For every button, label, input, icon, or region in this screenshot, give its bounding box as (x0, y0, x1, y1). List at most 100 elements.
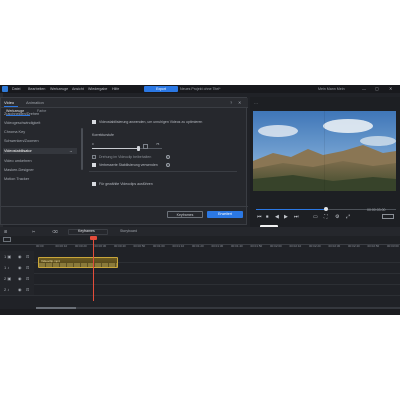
close-window-icon[interactable]: ✕ (389, 86, 392, 91)
user-name[interactable]: Mein Mann Mein (318, 87, 345, 91)
apply-all-checkbox[interactable] (92, 182, 96, 186)
keep-rotation-checkbox[interactable] (92, 155, 96, 159)
prev-icon[interactable]: ◀ (275, 214, 279, 220)
menu-tools[interactable]: Werkzeuge (50, 87, 68, 91)
menu-file[interactable]: Datei (12, 87, 20, 91)
tab-keyframes[interactable]: Keyframes (78, 229, 95, 233)
tab-storyboard[interactable]: Storyboard (120, 229, 137, 233)
panel-tabs: Video Animation ? ✕ (1, 98, 248, 108)
ruler-tick-label: 00:02:00 (270, 244, 282, 248)
list-item[interactable]: Motion Tracker (4, 177, 29, 181)
ruler-tick-label: 00:02:50 (367, 244, 380, 248)
video-track-icon[interactable]: 1 ▣ (4, 254, 11, 259)
track-header: 1 ▣ ◉ ⊡ (0, 251, 34, 262)
enhanced-stabilization-checkbox[interactable] (92, 163, 96, 167)
footer-divider (1, 206, 248, 207)
preview-video[interactable] (253, 111, 396, 191)
ruler-tick-label: 00:00 (36, 244, 44, 248)
enhanced-stabilization-label: Verbesserte Stabilisierung verwenden (99, 163, 158, 167)
next-frame-icon[interactable]: ⏭ (294, 214, 299, 220)
track-header: 2 ♪ ◉ ⊡ (0, 284, 34, 295)
tab-animation[interactable]: Animation (26, 100, 44, 105)
cut-icon[interactable]: ✂ (32, 229, 35, 234)
previous-frame-icon[interactable]: ⏮ (257, 214, 262, 220)
mute-icon[interactable]: ◉ (18, 287, 22, 292)
menu-help[interactable]: Hilfe (112, 87, 119, 91)
menu-edit[interactable]: Bearbeiten (28, 87, 45, 91)
ruler-tick-label: 00:02:20 (309, 244, 321, 248)
menu-playback[interactable]: Wiedergabe (88, 87, 107, 91)
settings-icon[interactable]: ⚙ (335, 214, 339, 220)
ruler-tick-label: 00:02:10 (289, 244, 302, 248)
ruler-tick-label: 00:00:50 (133, 244, 146, 248)
track-header: 2 ▣ ◉ ⊡ (0, 273, 34, 284)
ruler-tick-label: 00:00:20 (75, 244, 87, 248)
playhead[interactable] (93, 236, 94, 301)
menu-view[interactable]: Ansicht (72, 87, 84, 91)
correction-slider-knob[interactable] (136, 146, 141, 151)
snapshot-icon[interactable]: ▭ (313, 214, 318, 220)
slider-min: 0 (92, 142, 94, 146)
timeline-toolbar (0, 227, 400, 236)
app-logo (2, 86, 8, 92)
preview-menu-icon[interactable]: ⋯ (254, 101, 258, 106)
track-manager-icon[interactable] (3, 237, 11, 242)
list-item[interactable]: Video umkehren (4, 159, 32, 163)
keyframes-button[interactable]: Keyframes (167, 211, 203, 218)
help-icon[interactable]: ? (230, 100, 232, 105)
correction-slider-fill (92, 148, 139, 149)
track-row: 2 ♪ ◉ ⊡ (0, 284, 400, 296)
divider (89, 171, 237, 172)
delete-icon[interactable]: ⌫ (52, 229, 58, 234)
project-name: Neues Projekt ohne Titel* (180, 86, 221, 91)
stop-icon[interactable]: ⏹ (266, 214, 269, 220)
visibility-icon[interactable]: ◉ (18, 254, 22, 259)
slider-value-box[interactable] (143, 144, 148, 149)
list-scrollbar[interactable] (81, 128, 83, 170)
seek-knob[interactable] (324, 207, 328, 211)
tab-video[interactable]: Video (4, 100, 14, 105)
video-tools-panel: Video Animation ? ✕ Werkzeuge Farbe Zusc… (0, 97, 248, 225)
list-item[interactable]: Masken-Designer (4, 168, 34, 172)
maximize-icon[interactable]: ▢ (375, 86, 379, 91)
fullscreen-icon[interactable]: ⛶ (324, 214, 328, 220)
audio-track-icon[interactable]: 1 ♪ (4, 265, 9, 270)
play-icon[interactable]: ▶ (284, 214, 288, 220)
arrow-right-icon: → (69, 149, 73, 153)
grid-icon[interactable]: ⊞ (4, 229, 7, 234)
list-item[interactable]: Chroma Key (4, 130, 25, 134)
info-icon[interactable]: i (166, 163, 170, 167)
advanced-button[interactable]: Erweitert (207, 211, 243, 218)
list-item[interactable]: Zuschneiden/Drehen (4, 112, 39, 116)
track-header: 1 ♪ ◉ ⊡ (0, 262, 34, 273)
enable-stabilizer-checkbox[interactable] (92, 120, 96, 124)
video-clip[interactable]: Videoclip.mp4 (38, 257, 118, 268)
list-item[interactable]: Videogeschwindigkeit (4, 121, 40, 125)
ruler-tick-label: 00:03:00 (387, 244, 399, 248)
lock-icon[interactable]: ⊡ (26, 276, 29, 281)
correction-level-label: Korrekturstufe (92, 133, 114, 137)
visibility-icon[interactable]: ◉ (18, 276, 22, 281)
ruler-tick-label: 00:00:30 (94, 244, 107, 248)
video-track-icon[interactable]: 2 ▣ (4, 276, 11, 281)
ruler-tick-label: 00:01:20 (192, 244, 204, 248)
lock-icon[interactable]: ⊡ (26, 265, 29, 270)
expand-icon[interactable]: ⤢ (346, 214, 350, 220)
ruler-tick-label: 00:01:00 (153, 244, 165, 248)
audio-track-icon[interactable]: 2 ♪ (4, 287, 9, 292)
lock-icon[interactable]: ⊡ (26, 254, 29, 259)
apply-all-label: Für gewählte Videoclips ausführen (99, 182, 153, 186)
minimize-icon[interactable]: — (362, 86, 366, 91)
aspect-ratio-button[interactable] (382, 214, 394, 219)
menu-bar: Datei Bearbeiten Werkzeuge Ansicht Wiede… (0, 85, 400, 93)
mute-icon[interactable]: ◉ (18, 265, 22, 270)
info-icon[interactable]: i (166, 155, 170, 159)
close-icon[interactable]: ✕ (238, 100, 241, 105)
list-item-selected[interactable]: Videostabilisator (4, 149, 32, 153)
ruler-tick-label: 00:00:10 (55, 244, 68, 248)
keep-rotation-label: Drehung im Videoclip beibehalten (99, 155, 152, 159)
export-button[interactable]: Export (144, 86, 178, 92)
lock-icon[interactable]: ⊡ (26, 287, 29, 292)
list-item[interactable]: Schwenken/Zoomen (4, 139, 39, 143)
slider-max: 75 (156, 142, 160, 146)
